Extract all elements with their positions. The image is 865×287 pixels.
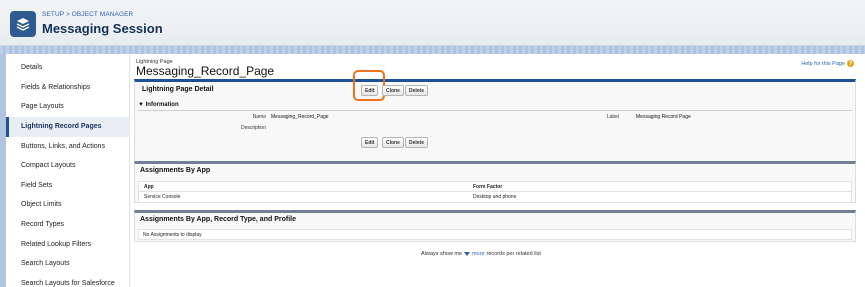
delete-button[interactable]: Delete: [405, 85, 429, 96]
description-label: Description: [240, 125, 266, 131]
layers-icon: [10, 11, 36, 37]
page-header: SETUP > OBJECT MANAGER Messaging Session: [0, 0, 865, 46]
sidebar-item-page-layouts[interactable]: Page Layouts: [6, 97, 130, 117]
sidebar-item-record-types[interactable]: Record Types: [6, 215, 130, 235]
label-value: Messaging Record Page: [636, 114, 691, 120]
footer-suffix: records per related list: [486, 251, 541, 257]
collapse-triangle-icon[interactable]: ▼: [138, 102, 144, 108]
breadcrumb[interactable]: SETUP > OBJECT MANAGER: [42, 11, 133, 18]
footer-prefix: Always show me: [421, 251, 462, 257]
name-label: Name: [252, 114, 266, 120]
help-icon[interactable]: ?: [847, 60, 854, 67]
column-header-form-factor: Form Factor: [473, 184, 503, 190]
label-label: Label: [606, 114, 619, 120]
related-list-footer: Always show me more records per related …: [421, 251, 541, 257]
clone-button[interactable]: Clone: [382, 85, 404, 96]
edit-button[interactable]: Edit: [361, 85, 379, 96]
sidebar-item-related-lookup-filters[interactable]: Related Lookup Filters: [6, 235, 130, 255]
sidebar-item-object-limits[interactable]: Object Limits: [6, 195, 130, 215]
more-link[interactable]: more: [472, 251, 485, 257]
name-value: Messaging_Record_Page: [271, 114, 329, 120]
sidebar-item-buttons-links-actions[interactable]: Buttons, Links, and Actions: [6, 137, 130, 157]
header-band: [0, 46, 865, 54]
clone-button-bottom[interactable]: Clone: [382, 137, 404, 148]
sidebar-item-fields-relationships[interactable]: Fields & Relationships: [6, 78, 130, 98]
column-header-app: App: [144, 184, 154, 190]
assignments-table: App Form Factor Service Console Desktop …: [138, 181, 852, 203]
sidebar-item-search-layouts-salesforce[interactable]: Search Layouts for Salesforce: [6, 274, 130, 287]
delete-button-bottom[interactable]: Delete: [405, 137, 429, 148]
main-content: Lightning Page Messaging_Record_Page Hel…: [130, 54, 865, 287]
more-triangle-icon[interactable]: [463, 252, 470, 256]
sidebar-item-search-layouts[interactable]: Search Layouts: [6, 254, 130, 274]
sidebar-item-details[interactable]: Details: [6, 58, 130, 78]
table-cell-app: Service Console: [144, 194, 181, 200]
record-title: Messaging_Record_Page: [136, 64, 275, 78]
help-link[interactable]: Help for this Page ?: [801, 60, 854, 67]
empty-assignments-message: No Assignments to display: [138, 229, 852, 240]
sidebar-item-compact-layouts[interactable]: Compact Layouts: [6, 156, 130, 176]
assignments-by-profile: Assignments By App, Record Type, and Pro…: [134, 210, 856, 242]
information-section[interactable]: ▼ Information: [138, 102, 852, 111]
sidebar: Details Fields & Relationships Page Layo…: [6, 54, 130, 287]
assignments-by-app-title: Assignments By App: [140, 167, 211, 174]
sidebar-item-field-sets[interactable]: Field Sets: [6, 176, 130, 196]
detail-title: Lightning Page Detail: [142, 86, 214, 93]
table-divider: [139, 191, 851, 192]
page-title: Messaging Session: [42, 21, 163, 36]
sidebar-item-lightning-record-pages[interactable]: Lightning Record Pages: [6, 117, 130, 137]
edit-button-bottom[interactable]: Edit: [361, 137, 379, 148]
assignments-by-profile-title: Assignments By App, Record Type, and Pro…: [140, 216, 296, 223]
assignments-by-app: Assignments By App App Form Factor Servi…: [134, 161, 856, 203]
table-cell-form-factor: Desktop and phone: [473, 194, 517, 200]
information-section-label: Information: [145, 102, 179, 108]
help-link-label[interactable]: Help for this Page: [801, 61, 845, 67]
